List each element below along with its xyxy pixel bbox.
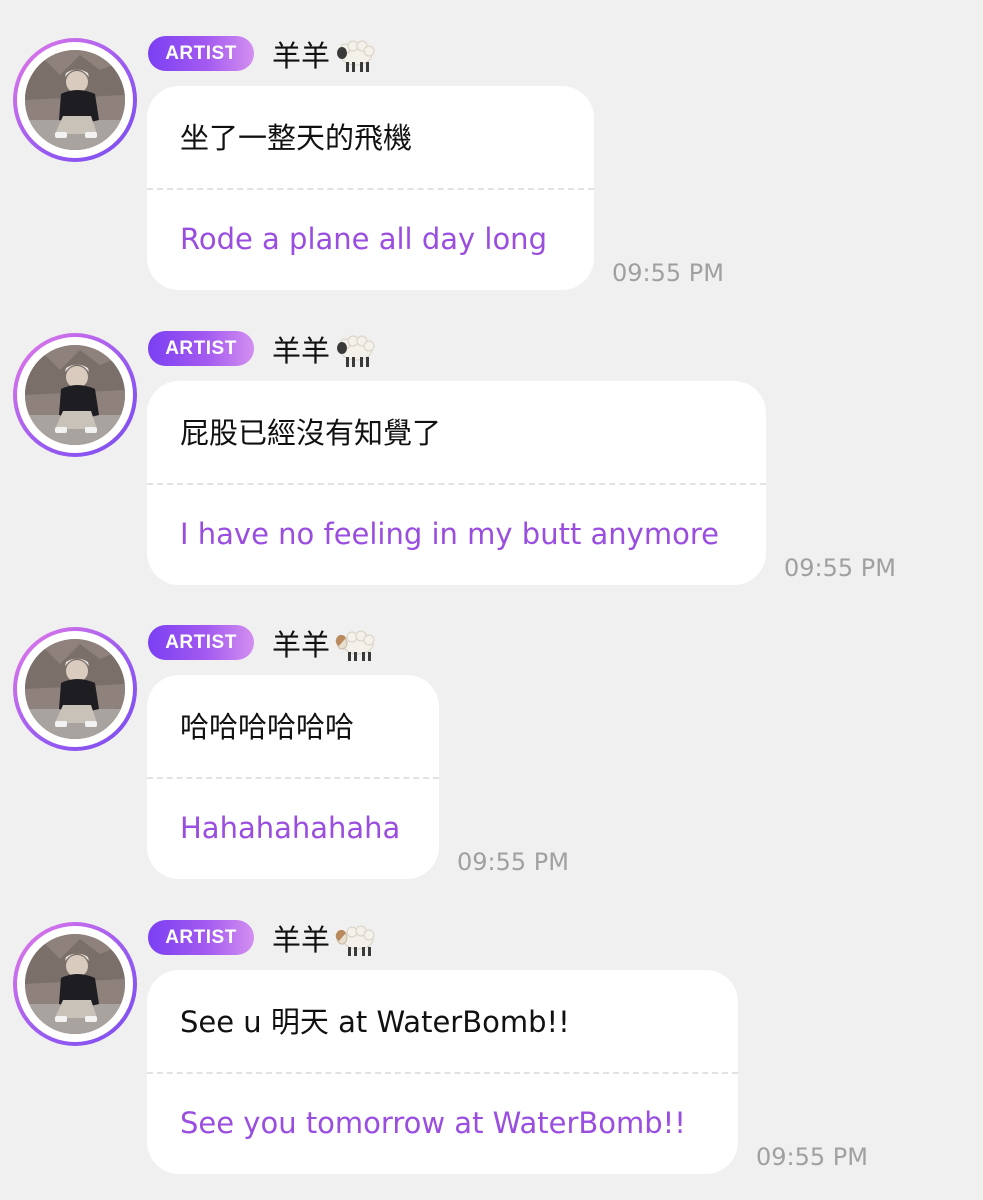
avatar-photo (25, 639, 125, 739)
avatar-photo (25, 345, 125, 445)
timestamp: 09:55 PM (784, 554, 896, 582)
sheep-icon (337, 40, 375, 72)
divider (147, 777, 439, 779)
person-photo-icon (25, 345, 125, 445)
translated-text: See you tomorrow at WaterBomb!! (180, 1106, 686, 1140)
translated-text: Rode a plane all day long (180, 222, 547, 256)
timestamp: 09:55 PM (756, 1143, 868, 1171)
avatar[interactable] (13, 627, 137, 751)
chat-message: ARTIST 羊羊 屁股已經沒有知覺了 I have no feeling in… (0, 295, 983, 590)
artist-badge: ARTIST (148, 920, 254, 955)
artist-badge: ARTIST (148, 625, 254, 660)
message-bubble[interactable]: 哈哈哈哈哈哈 Hahahahahaha (147, 675, 439, 879)
timestamp: 09:55 PM (612, 259, 724, 287)
sender-name-label: 羊羊 (272, 628, 331, 662)
avatar[interactable] (13, 333, 137, 457)
chat-message: ARTIST 羊羊 See u 明天 at WaterBomb!! See yo… (0, 884, 983, 1179)
person-photo-icon (25, 639, 125, 739)
sender-name-label: 羊羊 (272, 923, 331, 957)
original-text: See u 明天 at WaterBomb!! (180, 1005, 570, 1039)
avatar-photo (25, 50, 125, 150)
sheep-icon (337, 335, 375, 367)
timestamp: 09:55 PM (457, 848, 569, 876)
sender-name-label: 羊羊 (272, 39, 331, 73)
artist-badge: ARTIST (148, 36, 254, 71)
ram-icon (335, 630, 375, 661)
original-text: 坐了一整天的飛機 (180, 121, 413, 155)
translated-text: I have no feeling in my butt anymore (180, 517, 719, 551)
avatar-photo (25, 934, 125, 1034)
divider (147, 483, 766, 485)
person-photo-icon (25, 50, 125, 150)
avatar[interactable] (13, 38, 137, 162)
sender-name[interactable]: 羊羊 (272, 920, 378, 960)
message-bubble[interactable]: 坐了一整天的飛機 Rode a plane all day long (147, 86, 594, 290)
divider (147, 1072, 738, 1074)
chat-message: ARTIST 羊羊 坐了一整天的飛機 Rode a plane all day … (0, 0, 983, 295)
chat-message: ARTIST 羊羊 哈哈哈哈哈哈 Hahahahahaha 09:55 PM (0, 589, 983, 884)
sender-name[interactable]: 羊羊 (272, 36, 378, 76)
ram-icon (335, 925, 375, 956)
sender-name[interactable]: 羊羊 (272, 625, 378, 665)
message-bubble[interactable]: 屁股已經沒有知覺了 I have no feeling in my butt a… (147, 381, 766, 585)
translated-text: Hahahahahaha (180, 811, 401, 845)
person-photo-icon (25, 934, 125, 1034)
artist-badge: ARTIST (148, 331, 254, 366)
sender-name-label: 羊羊 (272, 334, 331, 368)
avatar[interactable] (13, 922, 137, 1046)
divider (147, 188, 594, 190)
original-text: 哈哈哈哈哈哈 (180, 710, 355, 744)
original-text: 屁股已經沒有知覺了 (180, 416, 442, 450)
sender-name[interactable]: 羊羊 (272, 331, 378, 371)
message-bubble[interactable]: See u 明天 at WaterBomb!! See you tomorrow… (147, 970, 738, 1174)
